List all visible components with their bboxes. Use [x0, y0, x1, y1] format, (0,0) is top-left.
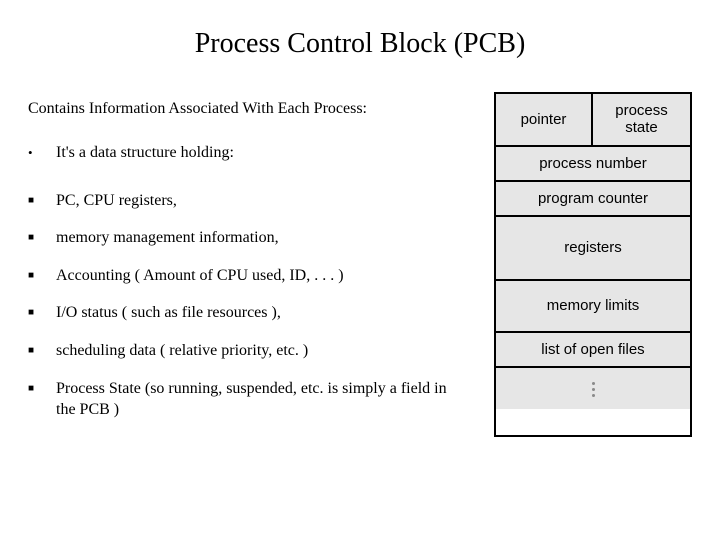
bullet-square-icon: ■	[28, 265, 56, 283]
pcb-diagram: pointer process state process number pro…	[494, 92, 692, 437]
list-item: ■ Process State (so running, suspended, …	[28, 378, 470, 421]
diagram-row: memory limits	[496, 281, 690, 333]
list-item-text: I/O status ( such as file resources ),	[56, 302, 470, 324]
diagram-row: process number	[496, 147, 690, 182]
subtitle: Contains Information Associated With Eac…	[28, 100, 470, 118]
bullet-square-icon: ■	[28, 378, 56, 396]
bullet-square-icon: ■	[28, 190, 56, 208]
diagram-row: registers	[496, 217, 690, 281]
vertical-ellipsis-icon	[592, 376, 595, 401]
bullet-icon: •	[28, 142, 56, 162]
diagram-cell-registers: registers	[496, 217, 690, 279]
bullet-square-icon: ■	[28, 227, 56, 245]
diagram-row: program counter	[496, 182, 690, 217]
diagram-row-ellipsis	[496, 368, 690, 409]
list-item-text: PC, CPU registers,	[56, 190, 470, 212]
list-item: ■ scheduling data ( relative priority, e…	[28, 340, 470, 362]
list-item-text: It's a data structure holding:	[56, 142, 470, 164]
content-area: Contains Information Associated With Eac…	[28, 100, 692, 437]
list-item: ■ memory management information,	[28, 227, 470, 249]
text-column: Contains Information Associated With Eac…	[28, 100, 470, 437]
slide-container: Process Control Block (PCB) Contains Inf…	[0, 0, 720, 540]
diagram-row: list of open files	[496, 333, 690, 368]
bullet-square-icon: ■	[28, 340, 56, 358]
diagram-cell-program-counter: program counter	[496, 182, 690, 215]
diagram-cell-process-number: process number	[496, 147, 690, 180]
list-item: ■ I/O status ( such as file resources ),	[28, 302, 470, 324]
diagram-row-top: pointer process state	[496, 94, 690, 147]
list-item: ■ Accounting ( Amount of CPU used, ID, .…	[28, 265, 470, 287]
list-item-text: Process State (so running, suspended, et…	[56, 378, 470, 421]
diagram-cell-ellipsis	[496, 368, 690, 409]
diagram-cell-process-state: process state	[593, 94, 690, 145]
bullet-square-icon: ■	[28, 302, 56, 320]
list-item-text: memory management information,	[56, 227, 470, 249]
list-item: ■ PC, CPU registers,	[28, 190, 470, 212]
slide-title: Process Control Block (PCB)	[28, 28, 692, 60]
diagram-cell-memory-limits: memory limits	[496, 281, 690, 331]
list-item-text: scheduling data ( relative priority, etc…	[56, 340, 470, 362]
list-item: • It's a data structure holding:	[28, 142, 470, 164]
diagram-cell-pointer: pointer	[496, 94, 593, 145]
diagram-cell-open-files: list of open files	[496, 333, 690, 366]
list-item-text: Accounting ( Amount of CPU used, ID, . .…	[56, 265, 470, 287]
